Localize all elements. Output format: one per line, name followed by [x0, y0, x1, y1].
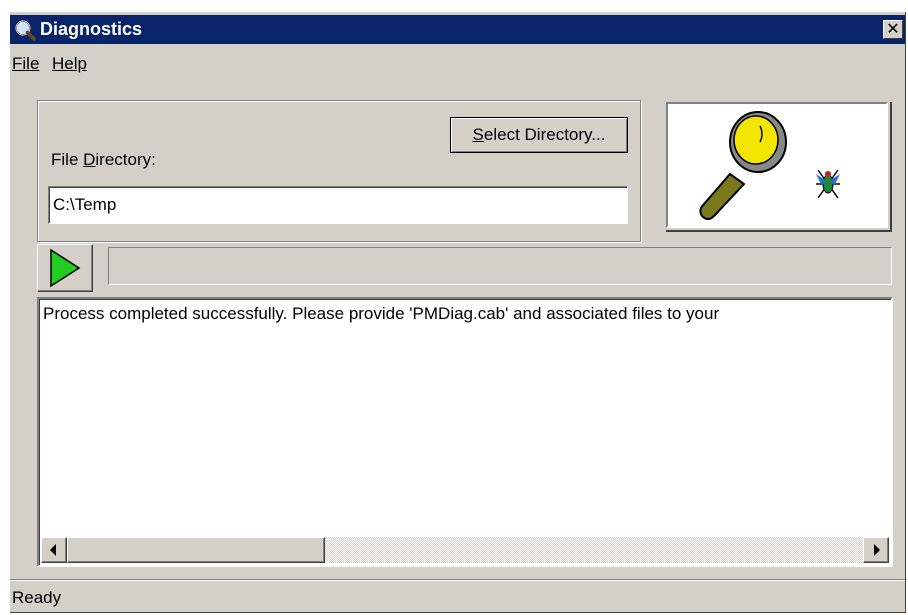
- select-accelerator: S: [472, 125, 484, 144]
- label-text-after: irectory:: [95, 150, 156, 169]
- file-directory-input[interactable]: C:\Temp: [48, 186, 628, 224]
- window-title: Diagnostics: [40, 19, 143, 39]
- progress-bar: [108, 247, 892, 285]
- directory-group: File Directory: Select Directory... C:\T…: [37, 100, 641, 242]
- file-directory-label: File Directory:: [51, 150, 156, 170]
- status-bar: Ready: [10, 579, 905, 612]
- select-directory-button[interactable]: Select Directory...: [450, 117, 628, 153]
- menu-file[interactable]: File: [12, 54, 39, 74]
- scroll-right-button[interactable]: [863, 537, 889, 563]
- menu-help[interactable]: Help: [52, 54, 87, 74]
- label-text-before: File: [51, 150, 84, 169]
- menu-file-label: File: [12, 54, 40, 73]
- run-button[interactable]: [37, 244, 93, 292]
- scrollbar-thumb[interactable]: [67, 537, 325, 563]
- horizontal-scrollbar[interactable]: [41, 537, 889, 563]
- log-message: Process completed successfully. Please p…: [43, 304, 720, 323]
- scroll-left-button[interactable]: [41, 537, 67, 563]
- title-bar[interactable]: Diagnostics ✕: [10, 15, 905, 44]
- magnifier-bug-icon: [699, 111, 840, 220]
- close-icon: ✕: [886, 21, 900, 38]
- select-label: elect Directory...: [483, 125, 606, 144]
- logo-panel: [666, 102, 888, 228]
- menu-help-label: Help: [52, 54, 87, 73]
- arrow-right-icon: [874, 544, 880, 556]
- menu-bar: File Help: [10, 46, 905, 74]
- play-icon: [50, 248, 81, 288]
- magnifier-icon: [15, 20, 36, 41]
- output-log[interactable]: Process completed successfully. Please p…: [37, 297, 893, 567]
- status-text: Ready: [12, 588, 62, 607]
- arrow-left-icon: [50, 544, 56, 556]
- diagnostics-window: Diagnostics ✕ File Help File Directory: …: [10, 12, 906, 613]
- close-button[interactable]: ✕: [883, 20, 903, 39]
- label-accelerator: D: [83, 150, 96, 169]
